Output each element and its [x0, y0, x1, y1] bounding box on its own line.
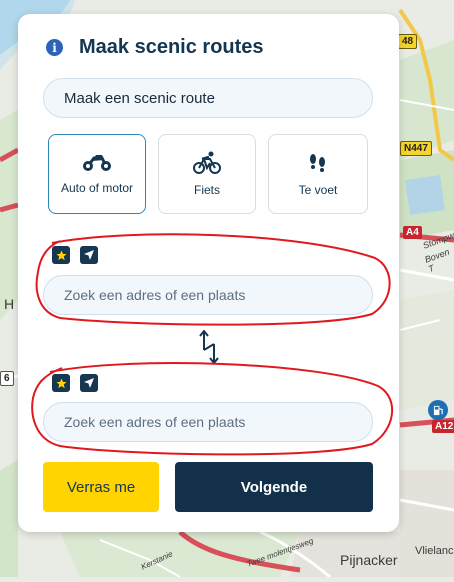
waypoint-1-input[interactable]: Zoek een adres of een plaats — [43, 275, 373, 315]
mode-car-motor[interactable]: Auto of motor — [48, 134, 146, 214]
map-label-vliela: Vlielanc — [415, 545, 454, 557]
mode-label: Te voet — [298, 183, 338, 197]
mode-walk[interactable]: Te voet — [268, 134, 368, 214]
road-shield-6: 6 — [0, 371, 14, 386]
road-shield-48: 48 — [398, 34, 418, 49]
next-button[interactable]: Volgende — [175, 462, 373, 512]
route-name-input[interactable]: Maak een scenic route — [43, 78, 373, 118]
star-icon[interactable] — [52, 374, 70, 392]
location-arrow-icon[interactable] — [80, 374, 98, 392]
surprise-me-button[interactable]: Verras me — [43, 462, 159, 512]
mode-label: Fiets — [193, 183, 220, 197]
map-label-h: H — [4, 296, 15, 312]
waypoint-2-placeholder: Zoek een adres of een plaats — [64, 414, 246, 430]
motorcycle-icon — [83, 155, 111, 171]
mode-label: Auto of motor — [60, 181, 134, 195]
waypoint-2-input[interactable]: Zoek een adres of een plaats — [43, 402, 373, 442]
road-shield-n447: N447 — [400, 141, 432, 156]
waypoint-1-actions — [52, 246, 98, 264]
map-label-pijnacker: Pijnacker — [340, 552, 398, 568]
footprints-icon — [310, 154, 325, 172]
fuel-station-icon[interactable] — [428, 400, 448, 420]
transport-mode-selector: Auto of motor Fiets Te voet — [48, 134, 373, 216]
panel-header: i Maak scenic routes — [46, 36, 264, 59]
scenic-route-panel: i Maak scenic routes Maak een scenic rou… — [18, 14, 399, 532]
panel-title: Maak scenic routes — [79, 36, 264, 58]
road-shield-a4: A4 — [403, 226, 422, 239]
swap-waypoints-icon[interactable] — [198, 330, 220, 364]
road-shield-a12: A12 — [432, 420, 454, 433]
waypoint-2-actions — [52, 374, 98, 392]
waypoint-1-placeholder: Zoek een adres of een plaats — [64, 287, 246, 303]
star-icon[interactable] — [52, 246, 70, 264]
bicycle-icon — [193, 151, 221, 174]
route-name-value: Maak een scenic route — [64, 89, 215, 107]
info-icon[interactable]: i — [46, 39, 63, 56]
location-arrow-icon[interactable] — [80, 246, 98, 264]
mode-bike[interactable]: Fiets — [158, 134, 256, 214]
